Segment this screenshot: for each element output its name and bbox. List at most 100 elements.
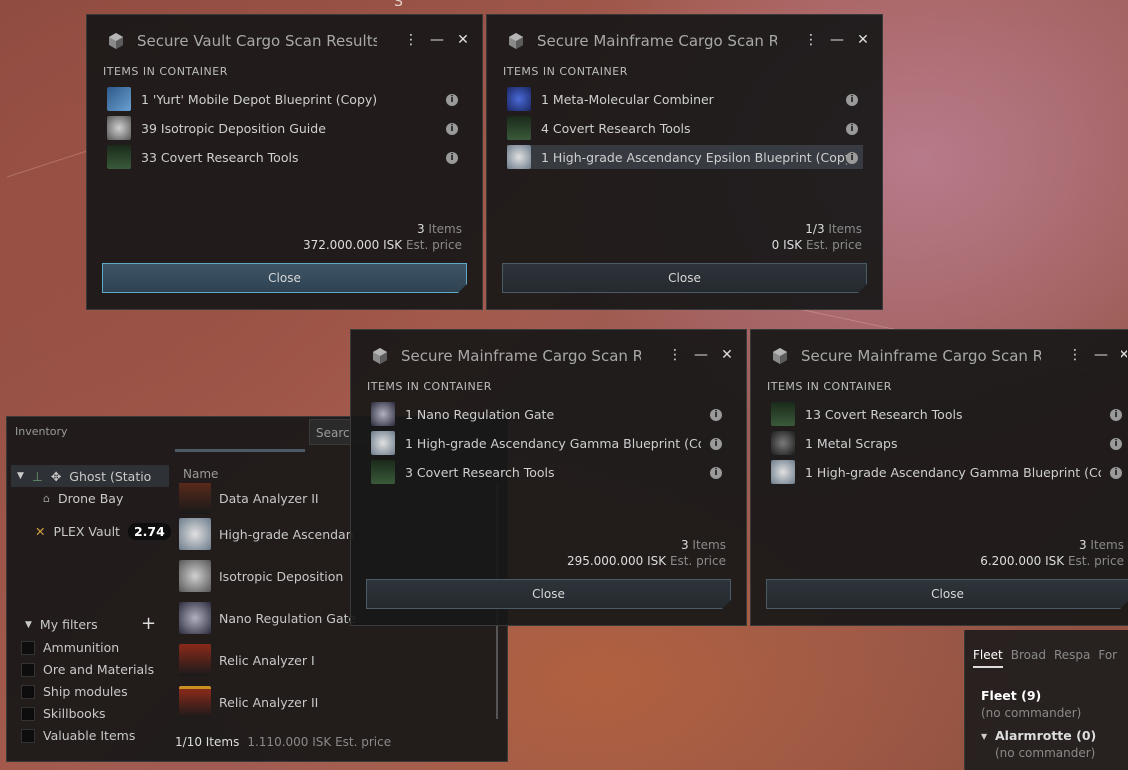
- data-analyzer-icon: [179, 483, 211, 514]
- info-icon[interactable]: i: [1110, 438, 1122, 450]
- close-button[interactable]: Close: [766, 579, 1128, 609]
- list-item[interactable]: 1 Metal Scraps: [771, 431, 1111, 455]
- close-button[interactable]: Close: [502, 263, 867, 293]
- filters-header[interactable]: ▼ My filters: [25, 617, 98, 632]
- plex-icon: ✕: [35, 524, 46, 539]
- info-icon[interactable]: i: [846, 123, 858, 135]
- checkbox[interactable]: [21, 706, 35, 721]
- info-icon[interactable]: i: [446, 94, 458, 106]
- list-item[interactable]: 4 Covert Research Tools: [507, 116, 863, 140]
- close-button[interactable]: Close: [366, 579, 731, 609]
- window-title-bar[interactable]: Secure Mainframe Cargo Scan R: [371, 346, 641, 366]
- checkbox[interactable]: [21, 640, 35, 655]
- fleet-item[interactable]: Fleet (9) (no commander): [981, 688, 1081, 720]
- list-item[interactable]: Nano Regulation Gate: [179, 601, 356, 635]
- more-options-icon[interactable]: ⋮: [668, 347, 682, 363]
- column-header-name[interactable]: Name: [183, 467, 218, 481]
- list-item-selected[interactable]: 1 High-grade Ascendancy Epsilon Blueprin…: [507, 145, 863, 169]
- more-options-icon[interactable]: ⋮: [404, 32, 418, 48]
- info-icon[interactable]: i: [710, 438, 722, 450]
- info-icon[interactable]: i: [846, 94, 858, 106]
- minimize-icon[interactable]: —: [430, 32, 444, 48]
- minimize-icon[interactable]: —: [1094, 347, 1108, 363]
- item-label: 3 Covert Research Tools: [405, 464, 555, 480]
- tab-broadcast[interactable]: Broad: [1011, 648, 1046, 668]
- list-item[interactable]: Relic Analyzer I: [179, 643, 315, 677]
- info-icon[interactable]: i: [846, 152, 858, 164]
- section-label: ITEMS IN CONTAINER: [103, 65, 228, 78]
- info-icon[interactable]: i: [710, 467, 722, 479]
- scan-window-mainframe-1[interactable]: Secure Mainframe Cargo Scan R ⋮ — ✕ ITEM…: [486, 14, 883, 310]
- list-item[interactable]: Data Analyzer II: [179, 483, 319, 514]
- fleet-panel[interactable]: Fleet Broad Respa For Fleet (9) (no comm…: [964, 630, 1128, 770]
- progress-bar: [175, 449, 305, 452]
- filters-title: My filters: [39, 617, 98, 632]
- ship-icon: ✥: [50, 468, 62, 484]
- section-label: ITEMS IN CONTAINER: [767, 380, 892, 393]
- window-title-bar[interactable]: Secure Mainframe Cargo Scan R: [507, 31, 777, 51]
- checkbox[interactable]: [21, 662, 35, 677]
- list-item[interactable]: 1 Nano Regulation Gate: [371, 402, 711, 426]
- add-filter-icon[interactable]: +: [141, 613, 156, 634]
- minimize-icon[interactable]: —: [694, 347, 708, 363]
- fleet-name: Fleet (9): [981, 688, 1042, 703]
- list-item[interactable]: 13 Covert Research Tools: [771, 402, 1111, 426]
- close-icon[interactable]: ✕: [857, 32, 869, 48]
- list-item[interactable]: 1 Meta-Molecular Combiner: [507, 87, 863, 111]
- item-label: 39 Isotropic Deposition Guide: [141, 120, 326, 136]
- list-item[interactable]: 39 Isotropic Deposition Guide: [107, 116, 467, 140]
- window-title: Secure Mainframe Cargo Scan R: [401, 347, 641, 365]
- tab-formation[interactable]: For: [1098, 648, 1117, 668]
- list-item[interactable]: 1 'Yurt' Mobile Depot Blueprint (Copy): [107, 87, 467, 111]
- chevron-down-icon[interactable]: ▼: [25, 620, 32, 630]
- filter-ore-materials[interactable]: Ore and Materials: [21, 662, 154, 677]
- chevron-down-icon[interactable]: ▼: [981, 732, 987, 741]
- checkbox[interactable]: [21, 728, 35, 743]
- scan-window-vault[interactable]: Secure Vault Cargo Scan Results ⋮ — ✕ IT…: [86, 14, 483, 310]
- window-title-bar[interactable]: Secure Vault Cargo Scan Results: [107, 31, 377, 51]
- tab-fleet[interactable]: Fleet: [973, 648, 1003, 668]
- minimize-icon[interactable]: —: [830, 32, 844, 48]
- close-icon[interactable]: ✕: [1121, 347, 1127, 363]
- regulation-gate-icon: [371, 402, 395, 426]
- scan-window-mainframe-2[interactable]: Secure Mainframe Cargo Scan R ⋮ — ✕ ITEM…: [350, 329, 747, 626]
- items-count: 3 Items: [680, 538, 726, 552]
- window-title-bar[interactable]: Secure Mainframe Cargo Scan R: [771, 346, 1041, 366]
- close-button[interactable]: Close: [102, 263, 467, 293]
- scan-window-mainframe-3[interactable]: Secure Mainframe Cargo Scan R ⋮ — ✕ ITEM…: [750, 329, 1128, 626]
- list-item[interactable]: Isotropic Deposition: [179, 559, 343, 593]
- fleet-tabs: Fleet Broad Respa For: [973, 648, 1117, 668]
- more-options-icon[interactable]: ⋮: [1068, 347, 1082, 363]
- items-count: 3 Items: [1078, 538, 1124, 552]
- list-item[interactable]: 1 High-grade Ascendancy Gamma Blueprint …: [771, 460, 1111, 484]
- tab-respawn[interactable]: Respa: [1054, 648, 1090, 668]
- filter-skillbooks[interactable]: Skillbooks: [21, 706, 106, 721]
- relic-analyzer-icon: [179, 644, 211, 676]
- list-item[interactable]: 1 High-grade Ascendancy Gamma Blueprint …: [371, 431, 711, 455]
- filter-ship-modules[interactable]: Ship modules: [21, 684, 128, 699]
- tree-item-plex-vault[interactable]: ✕ PLEX Vault 2.74: [35, 523, 171, 540]
- list-item[interactable]: High-grade Ascendan: [179, 517, 354, 551]
- checkbox[interactable]: [21, 684, 35, 699]
- tree-item-drone-bay[interactable]: ⌂ Drone Bay: [43, 491, 123, 506]
- info-icon[interactable]: i: [1110, 409, 1122, 421]
- filter-ammunition[interactable]: Ammunition: [21, 640, 119, 655]
- item-label: 1 Metal Scraps: [805, 435, 898, 451]
- chevron-down-icon[interactable]: ▼: [17, 471, 24, 481]
- info-icon[interactable]: i: [1110, 467, 1122, 479]
- list-item[interactable]: 33 Covert Research Tools: [107, 145, 467, 169]
- close-icon[interactable]: ✕: [457, 32, 469, 48]
- more-options-icon[interactable]: ⋮: [804, 32, 818, 48]
- info-icon[interactable]: i: [446, 152, 458, 164]
- window-title: Secure Mainframe Cargo Scan R: [537, 32, 777, 50]
- info-icon[interactable]: i: [710, 409, 722, 421]
- close-icon[interactable]: ✕: [721, 347, 733, 363]
- list-item[interactable]: 3 Covert Research Tools: [371, 460, 711, 484]
- tree-item-ship[interactable]: ▼ ⊥ ✥ Ghost (Statio: [11, 465, 169, 487]
- squad-item[interactable]: ▼ Alarmrotte (0) (no commander): [981, 728, 1096, 760]
- regulation-gate-icon: [179, 602, 211, 634]
- squad-sub: (no commander): [995, 746, 1096, 760]
- info-icon[interactable]: i: [446, 123, 458, 135]
- filter-valuable-items[interactable]: Valuable Items: [21, 728, 135, 743]
- list-item[interactable]: Relic Analyzer II: [179, 685, 318, 719]
